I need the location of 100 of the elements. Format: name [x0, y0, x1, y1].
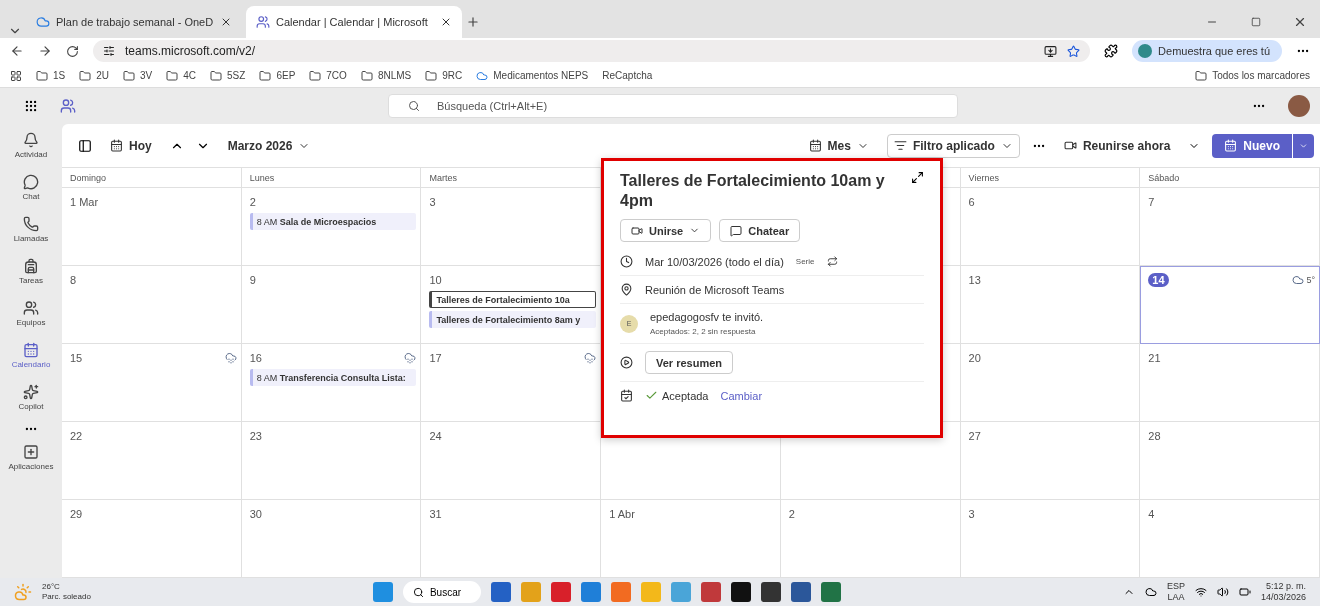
- day-number: 2: [788, 508, 795, 520]
- all-bookmarks[interactable]: Todos los marcadores: [1195, 69, 1310, 82]
- bookmark-link[interactable]: ReCaptcha: [602, 70, 653, 81]
- sidebar-item[interactable]: Llamadas: [2, 212, 60, 250]
- video-icon: [631, 224, 643, 237]
- day-number: 15: [70, 352, 83, 364]
- day-cell[interactable]: 20: [960, 344, 1141, 422]
- cloud-icon: [36, 15, 50, 29]
- day-cell[interactable]: 7: [1140, 188, 1320, 266]
- nav-icon: [23, 258, 39, 274]
- responses-text: Aceptados: 2, 2 sin respuesta: [650, 327, 757, 336]
- day-cell[interactable]: 15: [62, 344, 242, 422]
- day-number: 17: [429, 352, 442, 364]
- calendar-event[interactable]: Talleres de Fortalecimiento 10a: [429, 291, 597, 308]
- bookmark-folder[interactable]: 5SZ: [210, 69, 246, 82]
- chat-button[interactable]: Chatear: [719, 219, 801, 242]
- folder-icon: [210, 69, 223, 82]
- app-icon[interactable]: [790, 582, 811, 602]
- forward-button[interactable]: [38, 44, 52, 58]
- filter-button[interactable]: Filtro aplicado: [886, 133, 1020, 158]
- folder-icon: [166, 69, 179, 82]
- start-icon[interactable]: [372, 582, 393, 602]
- join-button[interactable]: Unirse: [620, 219, 712, 242]
- install-icon: [1044, 44, 1058, 58]
- day-cell[interactable]: 6: [960, 188, 1141, 266]
- profile-button[interactable]: Demuestra que eres tú: [1132, 40, 1282, 62]
- bookmark-folder[interactable]: 4C: [166, 69, 197, 82]
- day-number: 29: [70, 508, 83, 520]
- day-cell[interactable]: 8: [62, 266, 242, 344]
- sidebar-item[interactable]: Aplicaciones: [2, 440, 60, 478]
- new-options-button[interactable]: [1292, 133, 1314, 158]
- bookmark-folder[interactable]: 3V: [123, 69, 153, 82]
- sidebar-item[interactable]: Chat: [2, 170, 60, 208]
- bookmark-folder[interactable]: 2U: [79, 69, 110, 82]
- language-indicator[interactable]: ESP LAA: [1166, 581, 1185, 603]
- restore-icon: [1251, 17, 1261, 27]
- weekday-header: Sábado: [1140, 168, 1320, 188]
- day-number: 21: [1148, 352, 1161, 364]
- bookmark-folder[interactable]: 7CO: [309, 69, 347, 82]
- day-number: 7: [1148, 196, 1155, 208]
- sidebar-item[interactable]: Copilot: [2, 380, 60, 418]
- bookmark-folder[interactable]: 8NLMS: [360, 69, 412, 82]
- calendar-event[interactable]: Talleres de Fortalecimiento 8am y: [429, 311, 597, 328]
- search-field[interactable]: Búsqueda (Ctrl+Alt+E): [388, 94, 958, 118]
- invite-text: epedagogosfv te invitó.: [650, 311, 764, 323]
- close-icon: [440, 16, 452, 28]
- browser-tab[interactable]: Calendar | Calendar | Microsoft: [246, 6, 462, 38]
- day-cell[interactable]: 10 Talleres de Fortalecimiento 10a Talleres de Fortalecimiento 8am y: [421, 266, 602, 344]
- clock[interactable]: 5:12 p. m. 14/03/2026: [1260, 581, 1306, 603]
- sidebar-item[interactable]: Calendario: [2, 338, 60, 376]
- day-cell[interactable]: 21: [1140, 344, 1320, 422]
- day-cell[interactable]: 14 5°: [1140, 266, 1320, 344]
- bookmark-link[interactable]: Medicamentos NEPS: [476, 69, 589, 82]
- day-cell[interactable]: 1 Mar: [62, 188, 242, 266]
- weather-widget[interactable]: 26°C Parc. soleado: [42, 582, 91, 602]
- day-number: 9: [249, 274, 256, 286]
- app-icon[interactable]: [730, 582, 751, 602]
- day-cell[interactable]: 9: [241, 266, 422, 344]
- day-number: 16: [249, 352, 262, 364]
- forward-icon: [38, 44, 52, 58]
- url-text[interactable]: teams.microsoft.com/v2/: [125, 44, 1035, 58]
- weekday-header: Viernes: [960, 168, 1141, 188]
- location-icon: [620, 283, 633, 296]
- back-button[interactable]: [10, 44, 24, 58]
- calendar-event[interactable]: 8 AM Transferencia Consulta Lista:: [249, 369, 417, 386]
- event-title: Talleres de Fortalecimiento 10am y 4pm: [620, 171, 886, 211]
- repeat-icon: [826, 256, 838, 267]
- wifi-icon: [1194, 586, 1207, 598]
- user-avatar[interactable]: [1288, 95, 1310, 117]
- bookmark-folder[interactable]: 1S: [36, 69, 66, 82]
- sidebar-item[interactable]: Tareas: [2, 254, 60, 292]
- bookmark-folder[interactable]: 9RC: [425, 69, 463, 82]
- sidebar-item[interactable]: Actividad: [2, 128, 60, 166]
- calendar-event[interactable]: 8 AM Sala de Microespacios: [249, 213, 417, 230]
- day-number: 2: [249, 196, 256, 208]
- event-date: Mar 10/03/2026 (todo el día): [645, 255, 784, 268]
- day-cell[interactable]: 27: [960, 422, 1141, 500]
- day-cell[interactable]: 23: [241, 422, 422, 500]
- browser-tab[interactable]: Plan de trabajo semanal - OneD: [26, 6, 242, 38]
- nav-icon: [23, 300, 39, 316]
- new-button[interactable]: Nuevo: [1212, 133, 1292, 158]
- summary-button[interactable]: Ver resumen: [645, 351, 734, 374]
- change-link[interactable]: Cambiar: [720, 389, 763, 402]
- bookmark-folder[interactable]: 6EP: [259, 69, 296, 82]
- day-cell[interactable]: 22: [62, 422, 242, 500]
- app-launcher-icon: [24, 99, 38, 113]
- day-cell[interactable]: 28: [1140, 422, 1320, 500]
- day-number: 4: [1148, 508, 1155, 520]
- day-number: 20: [968, 352, 981, 364]
- day-cell[interactable]: 16 8 AM Transferencia Consulta Lista:: [241, 344, 422, 422]
- people-icon: [256, 15, 270, 29]
- reload-button[interactable]: [66, 44, 79, 58]
- day-number: 6: [968, 196, 975, 208]
- app-icon[interactable]: [760, 582, 781, 602]
- panel-icon: [78, 138, 92, 153]
- day-cell[interactable]: 13: [960, 266, 1141, 344]
- day-cell[interactable]: 2 8 AM Sala de Microespacios: [241, 188, 422, 266]
- sidebar-item[interactable]: Equipos: [2, 296, 60, 334]
- day-cell[interactable]: 24: [421, 422, 602, 500]
- taskbar-search[interactable]: Buscar: [402, 581, 481, 603]
